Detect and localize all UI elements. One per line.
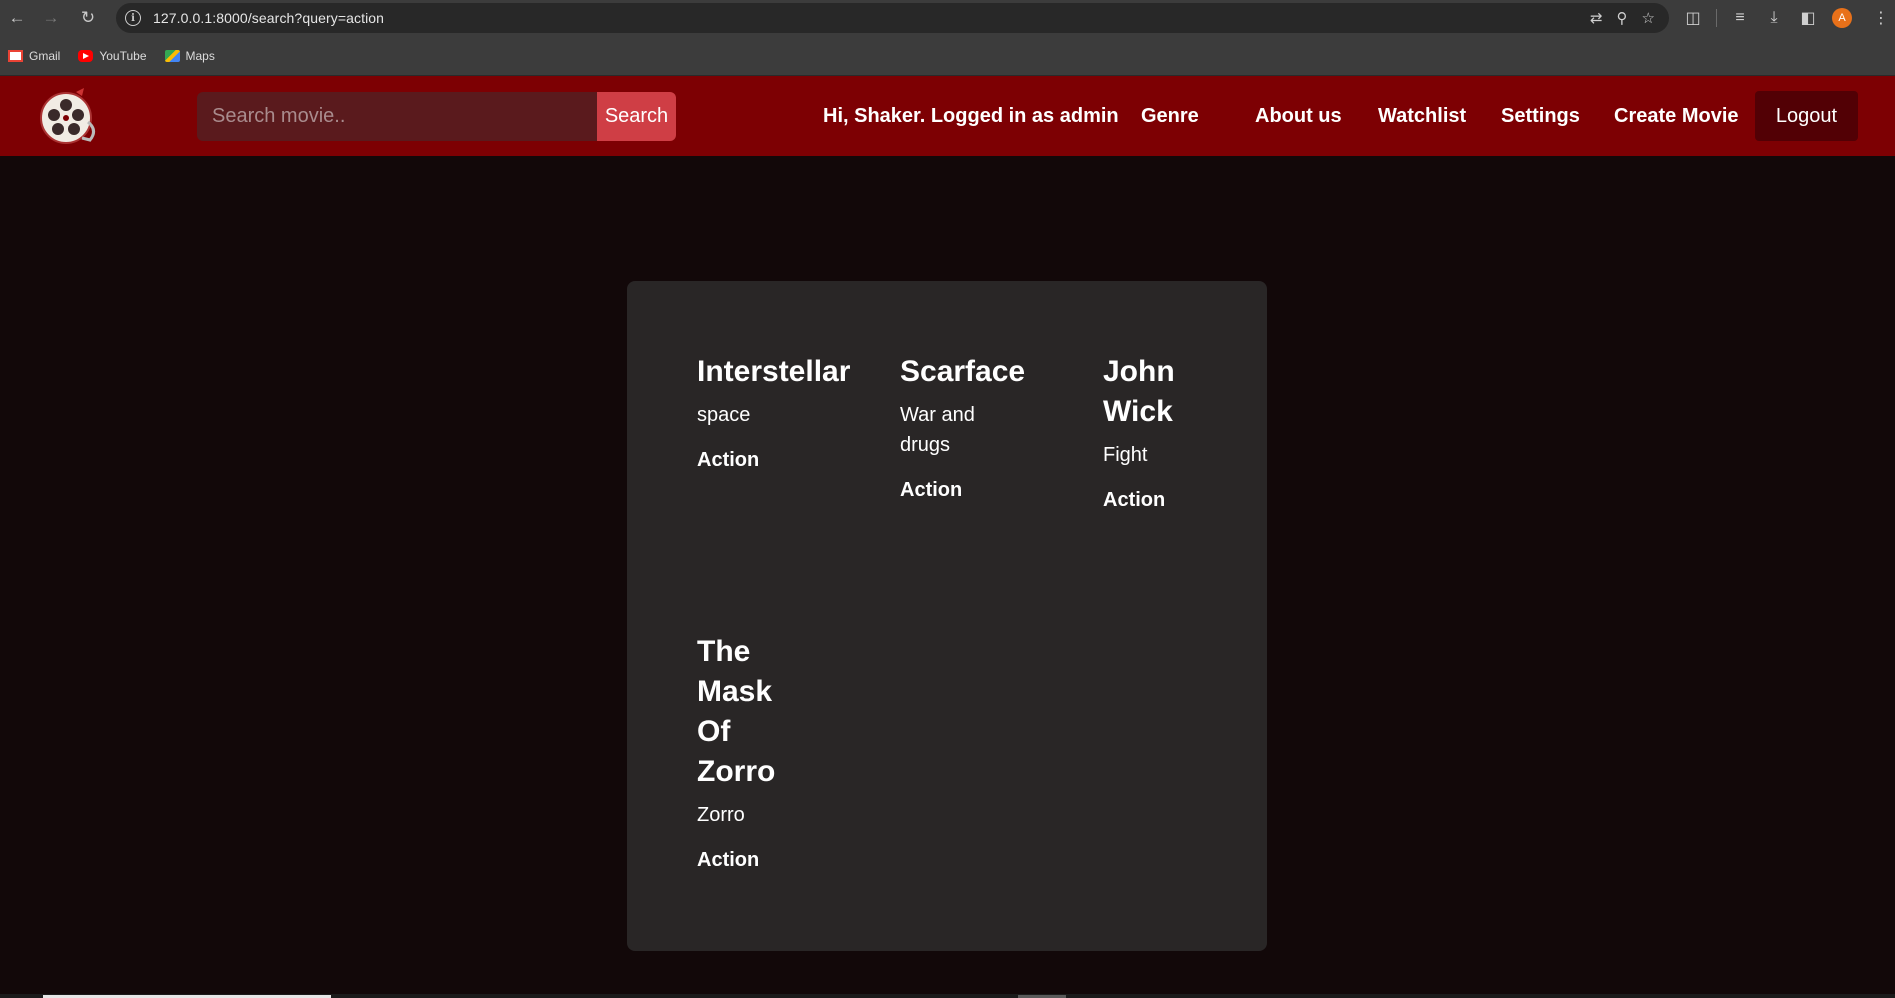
nav-genre-link[interactable]: Genre	[1141, 76, 1199, 156]
nav-settings-link[interactable]: Settings	[1501, 76, 1580, 156]
movie-description: War and drugs	[900, 404, 975, 456]
forward-icon[interactable]: →	[34, 0, 68, 36]
bookmark-youtube[interactable]: YouTube	[78, 48, 147, 63]
address-bar[interactable]: i 127.0.0.1:8000/search?query=action ⇄ ⚲…	[116, 3, 1669, 33]
media-controls-icon[interactable]: ≡	[1723, 9, 1757, 27]
logout-button[interactable]: Logout	[1755, 91, 1858, 141]
profile-avatar[interactable]: A	[1832, 8, 1852, 28]
nav-about-link[interactable]: About us	[1255, 76, 1342, 156]
movie-title[interactable]: John Wick	[1103, 352, 1213, 432]
gmail-icon	[8, 49, 23, 62]
toolbar-divider	[1716, 9, 1717, 27]
zoom-icon[interactable]: ⚲	[1617, 9, 1628, 27]
movie-title[interactable]: Interstellar	[697, 352, 867, 392]
movie-card[interactable]: The Mask Of Zorro Zorro Action	[697, 632, 807, 873]
bookmark-star-icon[interactable]: ☆	[1642, 9, 1655, 27]
taskbar-strip	[0, 994, 1895, 998]
maps-icon	[164, 49, 180, 62]
bookmark-label: Maps	[185, 48, 215, 63]
movie-card[interactable]: John Wick Fight Action	[1103, 352, 1213, 513]
address-url[interactable]: 127.0.0.1:8000/search?query=action	[153, 10, 384, 26]
movie-description: space	[697, 404, 751, 426]
movie-genre: Action	[1103, 489, 1166, 511]
browser-toolbar: ← → ↻ i 127.0.0.1:8000/search?query=acti…	[0, 0, 1895, 36]
youtube-icon	[78, 49, 94, 62]
movie-genre: Action	[900, 479, 963, 501]
movie-card[interactable]: Interstellar space Action	[697, 352, 867, 473]
nav-create-movie-link[interactable]: Create Movie	[1614, 76, 1739, 156]
side-panel-icon[interactable]: ◧	[1791, 8, 1825, 28]
nav-watchlist-link[interactable]: Watchlist	[1378, 76, 1466, 156]
translate-icon[interactable]: ⇄	[1590, 9, 1603, 27]
movie-genre: Action	[697, 849, 760, 871]
site-info-icon[interactable]: i	[125, 10, 141, 26]
nav-links: Hi, Shaker. Logged in as admin Genre Abo…	[0, 76, 1895, 156]
reload-icon[interactable]: ↻	[71, 0, 105, 36]
menu-kebab-icon[interactable]: ⋮	[1864, 8, 1895, 28]
movie-genre: Action	[697, 449, 760, 471]
bookmark-label: YouTube	[99, 48, 147, 63]
movie-description: Zorro	[697, 804, 745, 826]
movie-card[interactable]: Scarface War and drugs Action	[900, 352, 1040, 503]
downloads-icon[interactable]: ⤓	[1757, 9, 1791, 27]
bookmark-label: Gmail	[29, 48, 61, 63]
user-greeting: Hi, Shaker. Logged in as admin	[823, 105, 1119, 127]
search-results-card: Interstellar space Action Scarface War a…	[627, 281, 1267, 951]
extensions-icon[interactable]: ◫	[1676, 8, 1710, 28]
movie-title[interactable]: The Mask Of Zorro	[697, 632, 807, 792]
bookmark-maps[interactable]: Maps	[164, 48, 215, 63]
movie-title[interactable]: Scarface	[900, 352, 1040, 392]
back-icon[interactable]: ←	[0, 0, 34, 36]
site-navbar: Search Hi, Shaker. Logged in as admin Ge…	[0, 76, 1895, 156]
bookmarks-bar: Gmail YouTube Maps	[0, 36, 1895, 76]
bookmark-gmail[interactable]: Gmail	[8, 49, 60, 63]
movie-description: Fight	[1103, 444, 1148, 466]
